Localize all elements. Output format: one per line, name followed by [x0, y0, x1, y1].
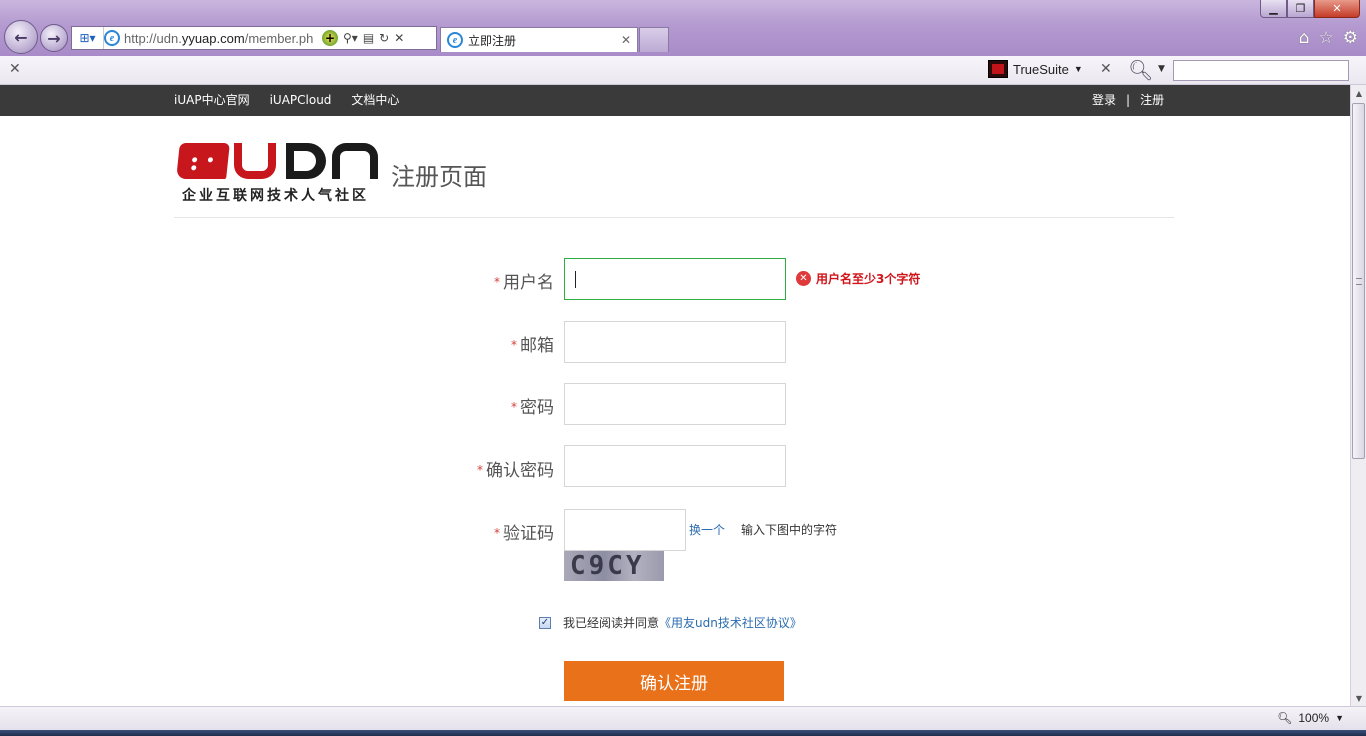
username-input[interactable] [564, 258, 786, 300]
account-links: 登录 | 注册 [1092, 85, 1164, 116]
nav-link-iuapcloud[interactable]: iUAPCloud [270, 85, 332, 116]
scroll-up-icon[interactable]: ▲ [1351, 85, 1366, 101]
scroll-down-icon[interactable]: ▼ [1351, 690, 1366, 706]
captcha-image[interactable]: C9CY [564, 551, 664, 581]
zoom-icon: 🔍︎ [1277, 711, 1293, 725]
logo-letter-n [332, 143, 378, 179]
nav-link-iuap-center[interactable]: iUAP中心官网 [174, 85, 250, 116]
compat-icon[interactable]: ▤ [363, 31, 374, 45]
agree-text: 我已经阅读并同意 [563, 616, 660, 630]
tab-close-icon[interactable]: ✕ [621, 33, 631, 47]
close-truesuite-icon[interactable]: ✕ [1100, 61, 1112, 77]
tab-register[interactable]: e 立即注册 ✕ [440, 27, 638, 52]
grip-icon [1356, 278, 1362, 285]
logo-book-icon: • • • [176, 143, 230, 179]
close-toolbar-icon[interactable]: ✕ [9, 61, 21, 77]
username-label: * 用户名 [494, 273, 554, 293]
scroll-thumb[interactable] [1352, 103, 1365, 459]
logo-letter-d [286, 143, 326, 179]
email-input[interactable] [564, 321, 786, 363]
compat-view-icon[interactable]: ⊞▾ [72, 27, 104, 49]
window-controls: ▁ ❐ ✕ [1260, 0, 1360, 18]
home-icon[interactable]: ⌂ [1299, 28, 1310, 48]
register-link[interactable]: 注册 [1140, 85, 1164, 116]
captcha-hint: 输入下图中的字符 [741, 523, 838, 537]
gear-icon[interactable]: ⚙ [1343, 28, 1358, 48]
forward-button[interactable]: → [40, 24, 68, 52]
submit-register-button[interactable]: 确认注册 [564, 661, 784, 701]
site-top-nav: iUAP中心官网 iUAPCloud 文档中心 登录 | 注册 [0, 85, 1350, 116]
back-button[interactable]: ← [4, 20, 38, 54]
back-arrow-icon: ← [14, 27, 28, 47]
logo-letter-u [234, 143, 276, 179]
browser-titlebar: ▁ ❐ ✕ ← → ⊞▾ e http://udn.yyuap.com/memb… [0, 0, 1366, 56]
close-window-button[interactable]: ✕ [1314, 0, 1360, 18]
nav-link-docs[interactable]: 文档中心 [351, 85, 399, 116]
username-error-text: 用户名至少3个字符 [816, 272, 921, 286]
ie-page-icon: e [104, 30, 120, 46]
email-label: * 邮箱 [511, 336, 554, 356]
truesuite-logo-icon [988, 60, 1008, 78]
username-error: ✕ 用户名至少3个字符 [796, 270, 920, 287]
favorites-star-icon[interactable]: ☆ [1319, 28, 1334, 48]
new-tab-button[interactable] [639, 27, 669, 52]
top-nav-links: iUAP中心官网 iUAPCloud 文档中心 [174, 85, 399, 116]
refresh-icon[interactable]: ↻ [379, 31, 389, 45]
password-label: * 密码 [511, 398, 554, 418]
page-header: • • • 企业互联网技术人气社区 注册页面 [174, 141, 1174, 218]
captcha-refresh-link[interactable]: 换一个 [689, 521, 725, 538]
tab-ie-icon: e [447, 32, 463, 48]
page-title: 注册页面 [391, 163, 487, 191]
command-bar: ✕ TrueSuite ▼ ✕ 🔍︎ ▼ [0, 56, 1366, 85]
url-text[interactable]: http://udn.yyuap.com/member.ph [124, 31, 318, 46]
os-taskbar [0, 730, 1366, 736]
agreement-row: ✓ 我已经阅读并同意 《用友udn技术社区协议》 [539, 614, 802, 631]
login-link[interactable]: 登录 [1092, 85, 1116, 116]
captcha-label: * 验证码 [494, 524, 554, 544]
confirm-password-input[interactable] [564, 445, 786, 487]
stop-icon[interactable]: ✕ [394, 31, 404, 45]
truesuite-toolbar[interactable]: TrueSuite ▼ [988, 60, 1083, 78]
search-dropdown-icon[interactable]: ⚲▾ [343, 31, 358, 45]
search-icon[interactable]: 🔍︎ [1128, 58, 1153, 82]
web-page: iUAP中心官网 iUAPCloud 文档中心 登录 | 注册 • • • 企业… [0, 85, 1350, 706]
maximize-button[interactable]: ❐ [1287, 0, 1314, 18]
address-tools: + ⚲▾ ▤ ↻ ✕ [322, 30, 404, 46]
logo-tagline: 企业互联网技术人气社区 [182, 188, 369, 204]
text-caret [575, 271, 576, 288]
agree-checkbox[interactable]: ✓ [539, 616, 551, 629]
password-input[interactable] [564, 383, 786, 425]
search-options-icon[interactable]: ▼ [1158, 64, 1165, 74]
captcha-input[interactable] [564, 509, 686, 551]
nav-separator: | [1126, 93, 1131, 107]
address-bar[interactable]: ⊞▾ e http://udn.yyuap.com/member.ph + ⚲▾… [71, 26, 437, 50]
vertical-scrollbar[interactable]: ▲ ▼ [1350, 85, 1366, 706]
toolbar-search-input[interactable] [1173, 60, 1349, 81]
truesuite-label: TrueSuite [1013, 61, 1069, 77]
zoom-control[interactable]: 🔍︎ 100% ▼ [1277, 711, 1344, 725]
status-bar: 🔍︎ 100% ▼ [0, 706, 1366, 730]
error-icon: ✕ [796, 271, 811, 286]
captcha-text: C9CY [570, 551, 645, 581]
udn-logo[interactable]: • • • 企业互联网技术人气社区 [176, 141, 383, 204]
chevron-down-icon: ▼ [1073, 64, 1083, 74]
minimize-button[interactable]: ▁ [1260, 0, 1287, 18]
confirm-password-label: * 确认密码 [477, 461, 554, 481]
zoom-level: 100% [1298, 711, 1330, 725]
agreement-link[interactable]: 《用友udn技术社区协议》 [659, 614, 802, 631]
chevron-down-icon: ▼ [1335, 713, 1344, 723]
tab-title: 立即注册 [468, 33, 517, 48]
forward-arrow-icon: → [47, 28, 61, 48]
browser-toolbar-icons: ⌂ ☆ ⚙ [1299, 28, 1358, 48]
addon-plus-icon[interactable]: + [322, 30, 338, 46]
